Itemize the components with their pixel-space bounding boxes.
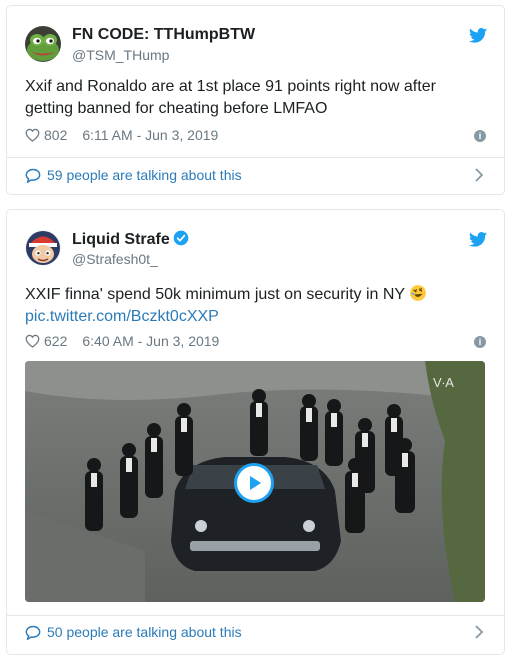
like-count[interactable]: 802 bbox=[44, 127, 67, 143]
tweet-card: Liquid Strafe @Strafesh0t_ XXIF finna' s… bbox=[6, 209, 505, 655]
tweet-card: FN CODE: TTHumpBTW @TSM_THump Xxif and R… bbox=[6, 5, 505, 195]
chevron-right-icon[interactable] bbox=[474, 625, 484, 639]
tweet-media-link[interactable]: pic.twitter.com/Bczkt0cXXP bbox=[25, 306, 485, 328]
talking-text: 50 people are talking about this bbox=[47, 624, 242, 640]
avatar[interactable] bbox=[25, 230, 61, 266]
talking-text: 59 people are talking about this bbox=[47, 167, 242, 183]
author-name[interactable]: FN CODE: TTHumpBTW bbox=[72, 26, 255, 44]
character-avatar-icon bbox=[25, 230, 61, 266]
heart-icon[interactable] bbox=[25, 334, 40, 348]
talking-link[interactable]: 59 people are talking about this bbox=[25, 167, 242, 183]
author-name[interactable]: Liquid Strafe bbox=[72, 231, 170, 248]
twitter-bird-icon[interactable] bbox=[469, 232, 487, 247]
speech-bubble-icon bbox=[25, 168, 41, 183]
author-name-row[interactable]: Liquid Strafe bbox=[72, 230, 189, 249]
speech-bubble-icon bbox=[25, 625, 41, 640]
rolling-on-floor-laughing-emoji-icon bbox=[410, 285, 426, 301]
twitter-bird-icon[interactable] bbox=[469, 28, 487, 43]
divider bbox=[7, 615, 504, 616]
talking-link[interactable]: 50 people are talking about this bbox=[25, 624, 242, 640]
tweet-text: Xxif and Ronaldo are at 1st place 91 poi… bbox=[25, 78, 436, 117]
like-count[interactable]: 622 bbox=[44, 333, 67, 349]
info-icon[interactable]: i bbox=[474, 130, 486, 142]
tweet-timestamp[interactable]: 6:40 AM - Jun 3, 2019 bbox=[82, 333, 219, 349]
divider bbox=[7, 157, 504, 158]
avatar[interactable] bbox=[25, 26, 61, 62]
media-watermark: V∙A bbox=[433, 375, 454, 390]
author-handle[interactable]: @TSM_THump bbox=[72, 47, 169, 63]
tweet-text: XXIF finna' spend 50k minimum just on se… bbox=[25, 286, 406, 303]
info-icon[interactable]: i bbox=[474, 336, 486, 348]
author-handle[interactable]: @Strafesh0t_ bbox=[72, 251, 158, 267]
tweet-timestamp[interactable]: 6:11 AM - Jun 3, 2019 bbox=[82, 127, 218, 143]
play-icon bbox=[250, 476, 261, 490]
chevron-right-icon[interactable] bbox=[474, 168, 484, 182]
heart-icon[interactable] bbox=[25, 128, 40, 142]
tweet-meta: 802 6:11 AM - Jun 3, 2019 bbox=[25, 127, 218, 143]
tweet-text-block: XXIF finna' spend 50k minimum just on se… bbox=[25, 284, 485, 328]
verified-badge-icon bbox=[173, 230, 189, 246]
play-button[interactable] bbox=[234, 463, 274, 503]
frog-avatar-icon bbox=[25, 26, 61, 62]
video-thumbnail[interactable]: V∙A bbox=[25, 361, 485, 602]
tweet-meta: 622 6:40 AM - Jun 3, 2019 bbox=[25, 333, 219, 349]
